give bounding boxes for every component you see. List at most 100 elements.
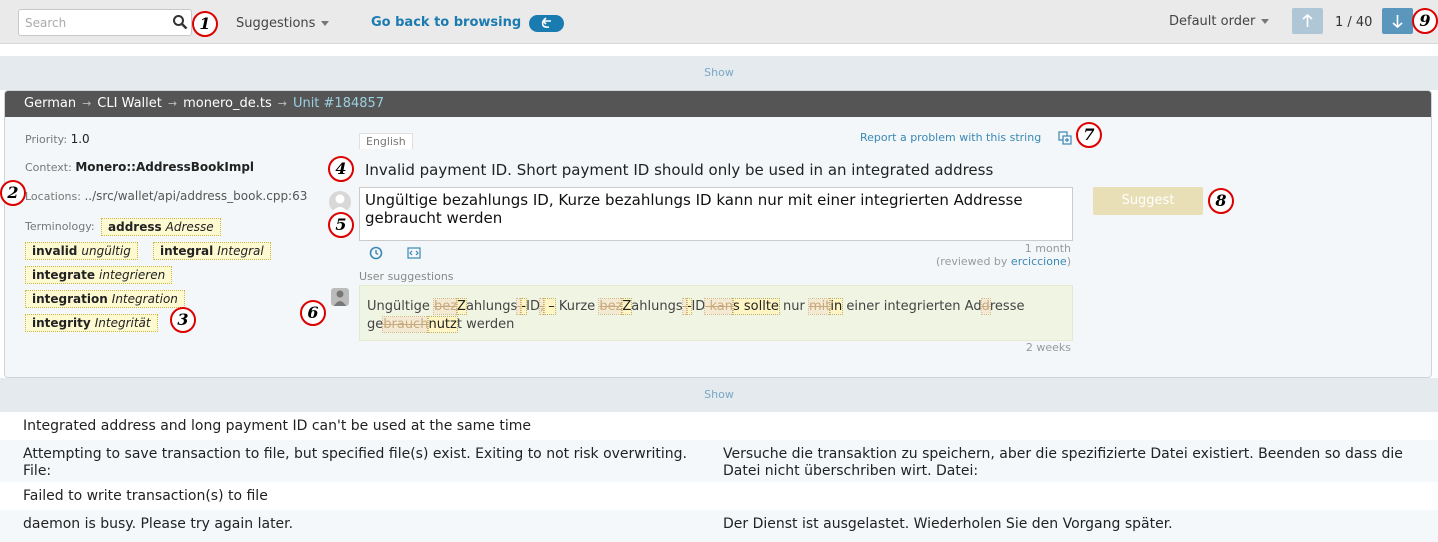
list-item-target: Versuche die transaktion zu speichern, a… xyxy=(723,446,1403,479)
context-label: Context: xyxy=(25,161,72,174)
diff-text: t werden xyxy=(456,317,515,332)
diff-deletion: kan xyxy=(704,298,734,315)
list-item-source: Failed to write transaction(s) to file xyxy=(23,488,268,504)
locations-value: ../src/wallet/api/address_book.cpp:63 xyxy=(84,189,308,203)
diff-deletion: bez xyxy=(432,298,459,315)
callout-marker: 9 xyxy=(1412,8,1438,34)
diff-deletion: brauch xyxy=(382,316,430,333)
diff-text: ahlungs xyxy=(631,299,683,314)
callout-marker: 7 xyxy=(1076,122,1102,148)
term-source: integration xyxy=(32,292,108,306)
list-item-source: daemon is busy. Please try again later. xyxy=(23,516,294,532)
chevron-down-icon xyxy=(1261,19,1270,24)
order-label: Default order xyxy=(1169,14,1256,29)
terminology-entry[interactable]: integrity Integrität xyxy=(25,314,158,332)
reviewed-by: (reviewed by erciccione) xyxy=(936,255,1071,268)
breadcrumb-file[interactable]: monero_de.ts xyxy=(183,96,272,111)
arrow-down-icon xyxy=(1392,15,1403,29)
diff-text: ID xyxy=(526,299,540,314)
term-translation: Integral xyxy=(217,244,264,258)
search-input[interactable] xyxy=(19,10,159,35)
term-translation: Integration xyxy=(111,292,178,306)
term-translation: Adresse xyxy=(165,220,214,234)
term-source: integrity xyxy=(32,316,91,330)
context-value: Monero::AddressBookImpl xyxy=(75,160,255,174)
suggestions-label: Suggestions xyxy=(236,16,316,31)
special-characters-icon[interactable] xyxy=(407,246,421,260)
list-item[interactable]: Failed to write transaction(s) to file xyxy=(0,482,1438,510)
source-language-tag: English xyxy=(359,133,413,149)
suggestions-dropdown[interactable]: Suggestions xyxy=(236,16,330,31)
diff-deletion: bez xyxy=(598,298,624,315)
diff-insertion: in xyxy=(829,298,844,315)
callout-marker: 6 xyxy=(300,300,326,326)
callout-marker: 4 xyxy=(328,156,354,182)
source-string: Invalid payment ID. Short payment ID sho… xyxy=(365,161,994,179)
callout-marker: 3 xyxy=(170,307,196,333)
show-context-above[interactable]: Show xyxy=(0,62,1438,84)
breadcrumb-separator: → xyxy=(167,97,178,110)
list-item[interactable]: daemon is busy. Please try again later. … xyxy=(0,510,1438,542)
search-icon[interactable] xyxy=(172,14,188,30)
list-item[interactable]: Integrated address and long payment ID c… xyxy=(0,412,1438,440)
user-suggestion-diff[interactable]: Ungültige bezZahlungs -ID, – Kurze bezZa… xyxy=(359,285,1073,341)
term-translation: ungültig xyxy=(81,244,131,258)
diff-insertion: nutz xyxy=(427,316,458,333)
terminology-entry[interactable]: invalid ungültig xyxy=(25,242,138,260)
locations-row: Locations: ../src/wallet/api/address_boo… xyxy=(25,189,307,203)
chevron-down-icon xyxy=(321,21,330,26)
callout-marker: 2 xyxy=(0,180,26,206)
term-source: invalid xyxy=(32,244,78,258)
diff-text: Kurze xyxy=(554,299,600,314)
breadcrumb-project[interactable]: CLI Wallet xyxy=(97,96,162,111)
history-icon[interactable] xyxy=(369,246,383,260)
term-source: integral xyxy=(160,244,214,258)
diff-text: ID xyxy=(691,299,706,314)
terminology-entry[interactable]: integral Integral xyxy=(153,242,271,260)
unit-panel: German → CLI Wallet → monero_de.ts → Unit #184… xyxy=(4,90,1432,378)
user-suggestions-label: User suggestions xyxy=(359,270,454,283)
translation-textarea[interactable]: Ungültige bezahlungs ID, Kurze bezahlung… xyxy=(359,187,1073,241)
previous-unit-button[interactable] xyxy=(1292,8,1323,34)
terminology-entry[interactable]: integration Integration xyxy=(25,290,185,308)
toolbar: 1 Suggestions Go back to browsing Defaul… xyxy=(0,0,1438,44)
diff-insertion: – xyxy=(543,298,556,315)
term-source: integrate xyxy=(32,268,96,282)
diff-insertion: Z xyxy=(621,298,633,315)
breadcrumb-unit[interactable]: Unit #184857 xyxy=(293,96,384,111)
diff-text: nur xyxy=(778,299,810,314)
terminology-entry[interactable]: address Adresse xyxy=(101,218,221,236)
back-to-browsing-link[interactable]: Go back to browsing xyxy=(371,15,521,30)
callout-marker: 8 xyxy=(1208,188,1234,214)
copy-source-icon[interactable] xyxy=(1058,131,1072,145)
report-problem-link[interactable]: Report a problem with this string xyxy=(860,131,1041,144)
diff-insertion: Z xyxy=(456,298,467,315)
breadcrumb-language[interactable]: German xyxy=(24,96,76,111)
locations-label: Locations: xyxy=(25,190,81,203)
list-item-target: Der Dienst ist ausgelastet. Wiederholen … xyxy=(723,516,1173,532)
priority-label: Priority: xyxy=(25,133,68,146)
breadcrumb-separator: → xyxy=(82,97,92,110)
diff-deletion: d xyxy=(980,298,991,315)
next-unit-button[interactable] xyxy=(1382,8,1413,34)
suggest-button[interactable]: Suggest xyxy=(1093,187,1203,215)
diff-text: einer integrierten Ad xyxy=(842,299,982,314)
priority-value: 1.0 xyxy=(70,132,90,146)
context-row: Context: Monero::AddressBookImpl xyxy=(25,160,254,174)
list-item-source: Attempting to save transaction to file, … xyxy=(23,446,687,479)
diff-text: ahlungs xyxy=(465,299,518,314)
suggestion-age: 2 weeks xyxy=(1025,341,1071,354)
reviewer-link[interactable]: erciccione xyxy=(1011,255,1067,268)
term-translation: Integrität xyxy=(94,316,151,330)
avatar xyxy=(329,191,351,213)
term-source: address xyxy=(108,220,162,234)
list-item[interactable]: Attempting to save transaction to file, … xyxy=(0,440,1438,482)
reviewed-suffix: ) xyxy=(1066,255,1071,268)
show-context-below[interactable]: Show xyxy=(0,384,1438,406)
terminology-entry[interactable]: integrate integrieren xyxy=(25,266,173,284)
suggester-avatar xyxy=(331,288,349,306)
order-dropdown[interactable]: Default order xyxy=(1169,14,1270,29)
back-arrow-icon[interactable] xyxy=(529,15,564,32)
list-item-source: Integrated address and long payment ID c… xyxy=(23,418,531,434)
breadcrumb: German → CLI Wallet → monero_de.ts → Unit #184… xyxy=(5,91,1431,117)
